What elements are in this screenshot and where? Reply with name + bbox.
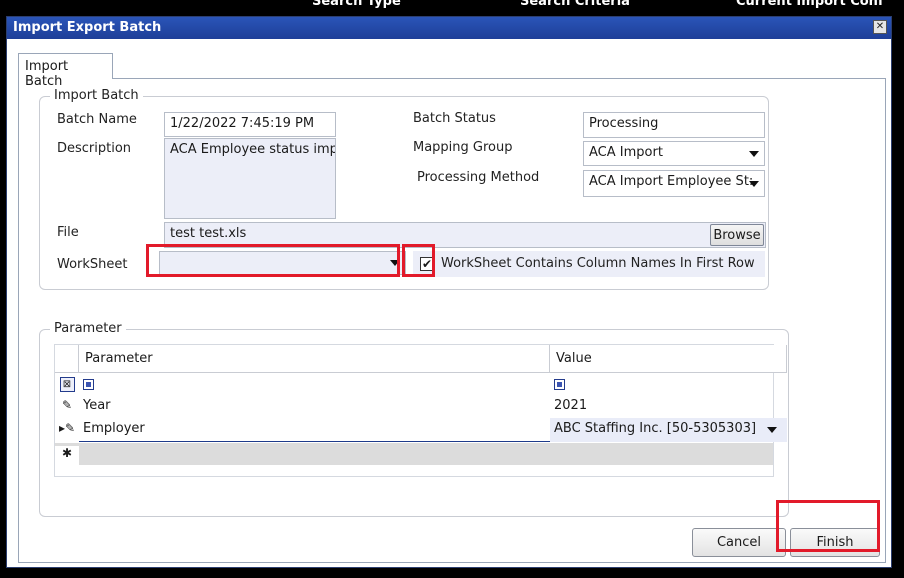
- column-names-checkbox-label: WorkSheet Contains Column Names In First…: [441, 256, 755, 271]
- filter-checkbox-icon[interactable]: [83, 379, 94, 390]
- edit-row-icon: ✎: [61, 398, 73, 412]
- new-row-icon: ✱: [55, 446, 79, 466]
- mapping-group-dropdown[interactable]: ACA Import: [583, 141, 765, 166]
- description-field[interactable]: ACA Employee status import: [164, 138, 336, 219]
- background-column-current-import: Current Import Conf: [736, 0, 884, 9]
- filter-cell-parameter[interactable]: [79, 374, 98, 395]
- file-value: test test.xls: [170, 226, 247, 241]
- finish-button[interactable]: Finish: [790, 528, 880, 557]
- grid-filter-row: ⊠: [55, 374, 773, 394]
- grid-new-row[interactable]: ✱: [55, 443, 773, 466]
- batch-name-field[interactable]: 1/22/2022 7:45:19 PM: [164, 112, 336, 137]
- import-batch-group: Import Batch Batch Name 1/22/2022 7:45:1…: [39, 88, 769, 290]
- batch-status-field: Processing: [583, 112, 765, 138]
- grid-corner-header: [55, 345, 79, 373]
- batch-status-label: Batch Status: [413, 111, 496, 126]
- tab-panel-import-batch: Import Batch Batch Name 1/22/2022 7:45:1…: [18, 78, 886, 563]
- filter-row-indicator[interactable]: ⊠: [55, 376, 79, 392]
- file-label: File: [57, 225, 79, 240]
- batch-name-label: Batch Name: [57, 112, 137, 127]
- chevron-down-icon[interactable]: [390, 260, 400, 266]
- current-row-icon: ▸✎: [58, 421, 76, 435]
- column-names-checkbox[interactable]: ✔: [420, 257, 434, 271]
- dialog-titlebar: Import Export Batch ✕: [7, 17, 891, 39]
- processing-method-dropdown[interactable]: ACA Import Employee St:: [583, 170, 765, 197]
- parameter-cell[interactable]: Year: [79, 395, 115, 416]
- chevron-down-icon[interactable]: [749, 150, 759, 157]
- dialog-title: Import Export Batch: [13, 20, 162, 35]
- table-row[interactable]: ▸✎ Employer ABC Staffing Inc. [50-530530…: [55, 418, 787, 442]
- processing-method-label: Processing Method: [417, 170, 540, 185]
- mapping-group-value: ACA Import: [589, 145, 663, 160]
- chevron-down-icon[interactable]: [767, 427, 777, 433]
- value-dropdown[interactable]: ABC Staffing Inc. [50-5305303]: [550, 418, 787, 442]
- table-row[interactable]: ✎ Year 2021: [55, 395, 773, 417]
- grid-column-header-parameter[interactable]: Parameter: [79, 345, 550, 373]
- parameter-group: Parameter Parameter Value ⊠ ✎ Year 2021 …: [39, 321, 789, 517]
- close-icon[interactable]: ✕: [873, 20, 887, 34]
- parameter-legend: Parameter: [50, 321, 126, 336]
- mapping-group-label: Mapping Group: [413, 140, 513, 155]
- import-export-batch-dialog: Import Export Batch ✕ Import Batch Impor…: [6, 16, 892, 568]
- worksheet-label: WorkSheet: [57, 257, 128, 272]
- filter-checkbox-icon[interactable]: [554, 379, 565, 390]
- parameter-grid: Parameter Value ⊠ ✎ Year 2021 ▸✎ Employe…: [54, 344, 787, 477]
- import-batch-legend: Import Batch: [50, 88, 143, 103]
- background-column-search-type: Search Type: [312, 0, 401, 9]
- column-names-checkbox-row: ✔ WorkSheet Contains Column Names In Fir…: [413, 251, 765, 277]
- cancel-button[interactable]: Cancel: [692, 528, 786, 557]
- grid-column-header-value[interactable]: Value: [550, 345, 787, 373]
- parameter-cell[interactable]: Employer: [79, 418, 550, 442]
- value-dropdown-text: ABC Staffing Inc. [50-5305303]: [554, 421, 757, 436]
- filter-icon[interactable]: ⊠: [59, 377, 75, 392]
- value-cell[interactable]: 2021: [550, 395, 591, 416]
- chevron-down-icon[interactable]: [749, 180, 759, 187]
- background-column-search-criteria: Search Criteria: [520, 0, 630, 9]
- tab-import-batch[interactable]: Import Batch: [18, 53, 113, 89]
- browse-button[interactable]: Browse: [710, 224, 764, 246]
- worksheet-dropdown[interactable]: [159, 251, 406, 275]
- file-field[interactable]: test test.xls: [164, 222, 766, 248]
- filter-cell-value[interactable]: [550, 374, 569, 395]
- processing-method-value: ACA Import Employee St:: [589, 174, 754, 189]
- description-label: Description: [57, 141, 132, 156]
